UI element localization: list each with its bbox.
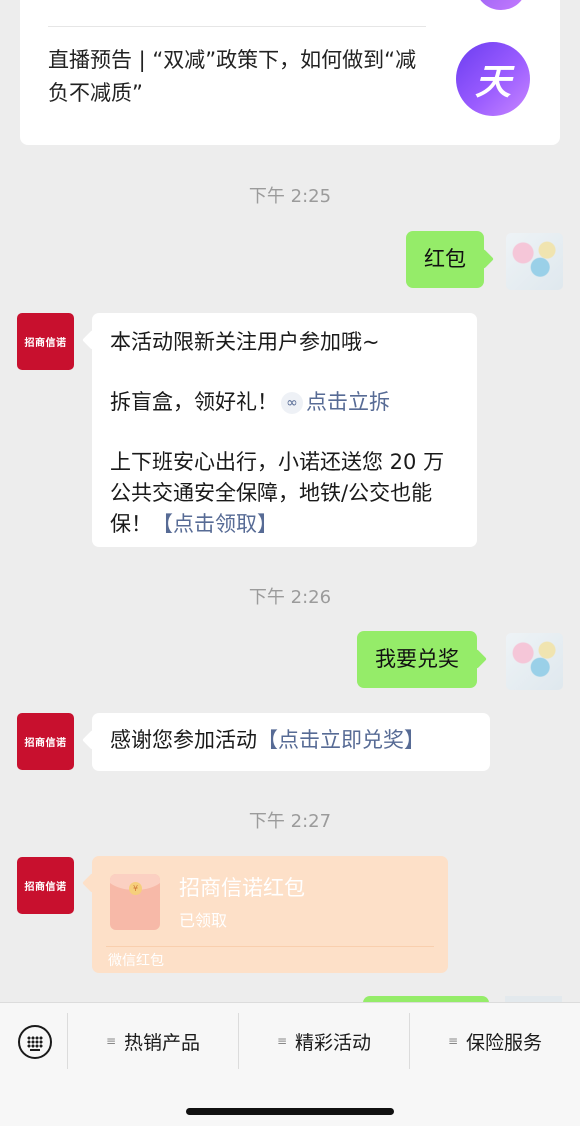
article-logo-icon: 天 xyxy=(456,42,530,116)
submenu-icon: ≡ xyxy=(105,1034,117,1048)
submenu-icon: ≡ xyxy=(276,1034,288,1048)
official-account-avatar[interactable]: 招商信诺 xyxy=(17,857,74,914)
home-indicator[interactable] xyxy=(186,1108,394,1115)
card-divider xyxy=(48,26,426,27)
official-account-avatar[interactable]: 招商信诺 xyxy=(17,713,74,770)
message-line: 本活动限新关注用户参加哦~ xyxy=(110,330,380,354)
previous-article-logo xyxy=(476,0,526,10)
account-menu-bar: ≡ 热销产品 ≡ 精彩活动 ≡ 保险服务 xyxy=(0,1002,580,1126)
timestamp: 下午 2:27 xyxy=(248,811,332,832)
official-account-avatar[interactable]: 招商信诺 xyxy=(17,313,74,370)
red-packet-footer: 微信红包 xyxy=(108,953,164,969)
received-message-bubble: 本活动限新关注用户参加哦~ 拆盲盒，领好礼！ ∞ 点击立拆 上下班安心出行，小诺还送… xyxy=(92,313,477,547)
redeem-now-link[interactable]: 【点击立即兑奖】 xyxy=(257,728,425,752)
timestamp: 下午 2:25 xyxy=(248,186,332,207)
claim-protection-link[interactable]: 【点击领取】 xyxy=(152,512,278,536)
red-packet-card[interactable]: ¥ 招商信诺红包 已领取 微信红包 xyxy=(92,856,448,973)
red-packet-divider xyxy=(106,946,434,947)
red-packet-title: 招商信诺红包 xyxy=(179,876,305,900)
sent-message-bubble[interactable]: 我要兑奖 xyxy=(357,631,477,688)
message-line: 拆盲盒，领好礼！ ∞ 点击立拆 xyxy=(110,390,390,414)
message-line: 上下班安心出行，小诺还送您 20 万公共交通安全保障，地铁/公交也能保！【点击领… xyxy=(110,450,445,536)
received-message-bubble: 感谢您参加活动【点击立即兑奖】 xyxy=(92,713,490,771)
submenu-icon: ≡ xyxy=(447,1034,459,1048)
mini-program-link-icon: ∞ xyxy=(281,392,303,414)
user-avatar[interactable] xyxy=(506,633,563,690)
menu-item-hot-products[interactable]: ≡ 热销产品 xyxy=(68,1013,238,1069)
menu-item-insurance-services[interactable]: ≡ 保险服务 xyxy=(410,1013,580,1069)
open-blind-box-link[interactable]: 点击立拆 xyxy=(306,390,390,414)
menu-item-activities[interactable]: ≡ 精彩活动 xyxy=(239,1013,409,1069)
keyboard-toggle-icon[interactable] xyxy=(18,1025,52,1059)
user-avatar[interactable] xyxy=(506,233,563,290)
sent-message-bubble[interactable]: 红包 xyxy=(406,231,484,288)
timestamp: 下午 2:26 xyxy=(248,587,332,608)
article-card[interactable]: 直播预告 | “双减”政策下，如何做到“减负不减质” 天 xyxy=(20,0,560,145)
red-envelope-icon: ¥ xyxy=(110,874,160,930)
article-title[interactable]: 直播预告 | “双减”政策下，如何做到“减负不减质” xyxy=(48,44,428,110)
red-packet-status: 已领取 xyxy=(179,911,228,930)
